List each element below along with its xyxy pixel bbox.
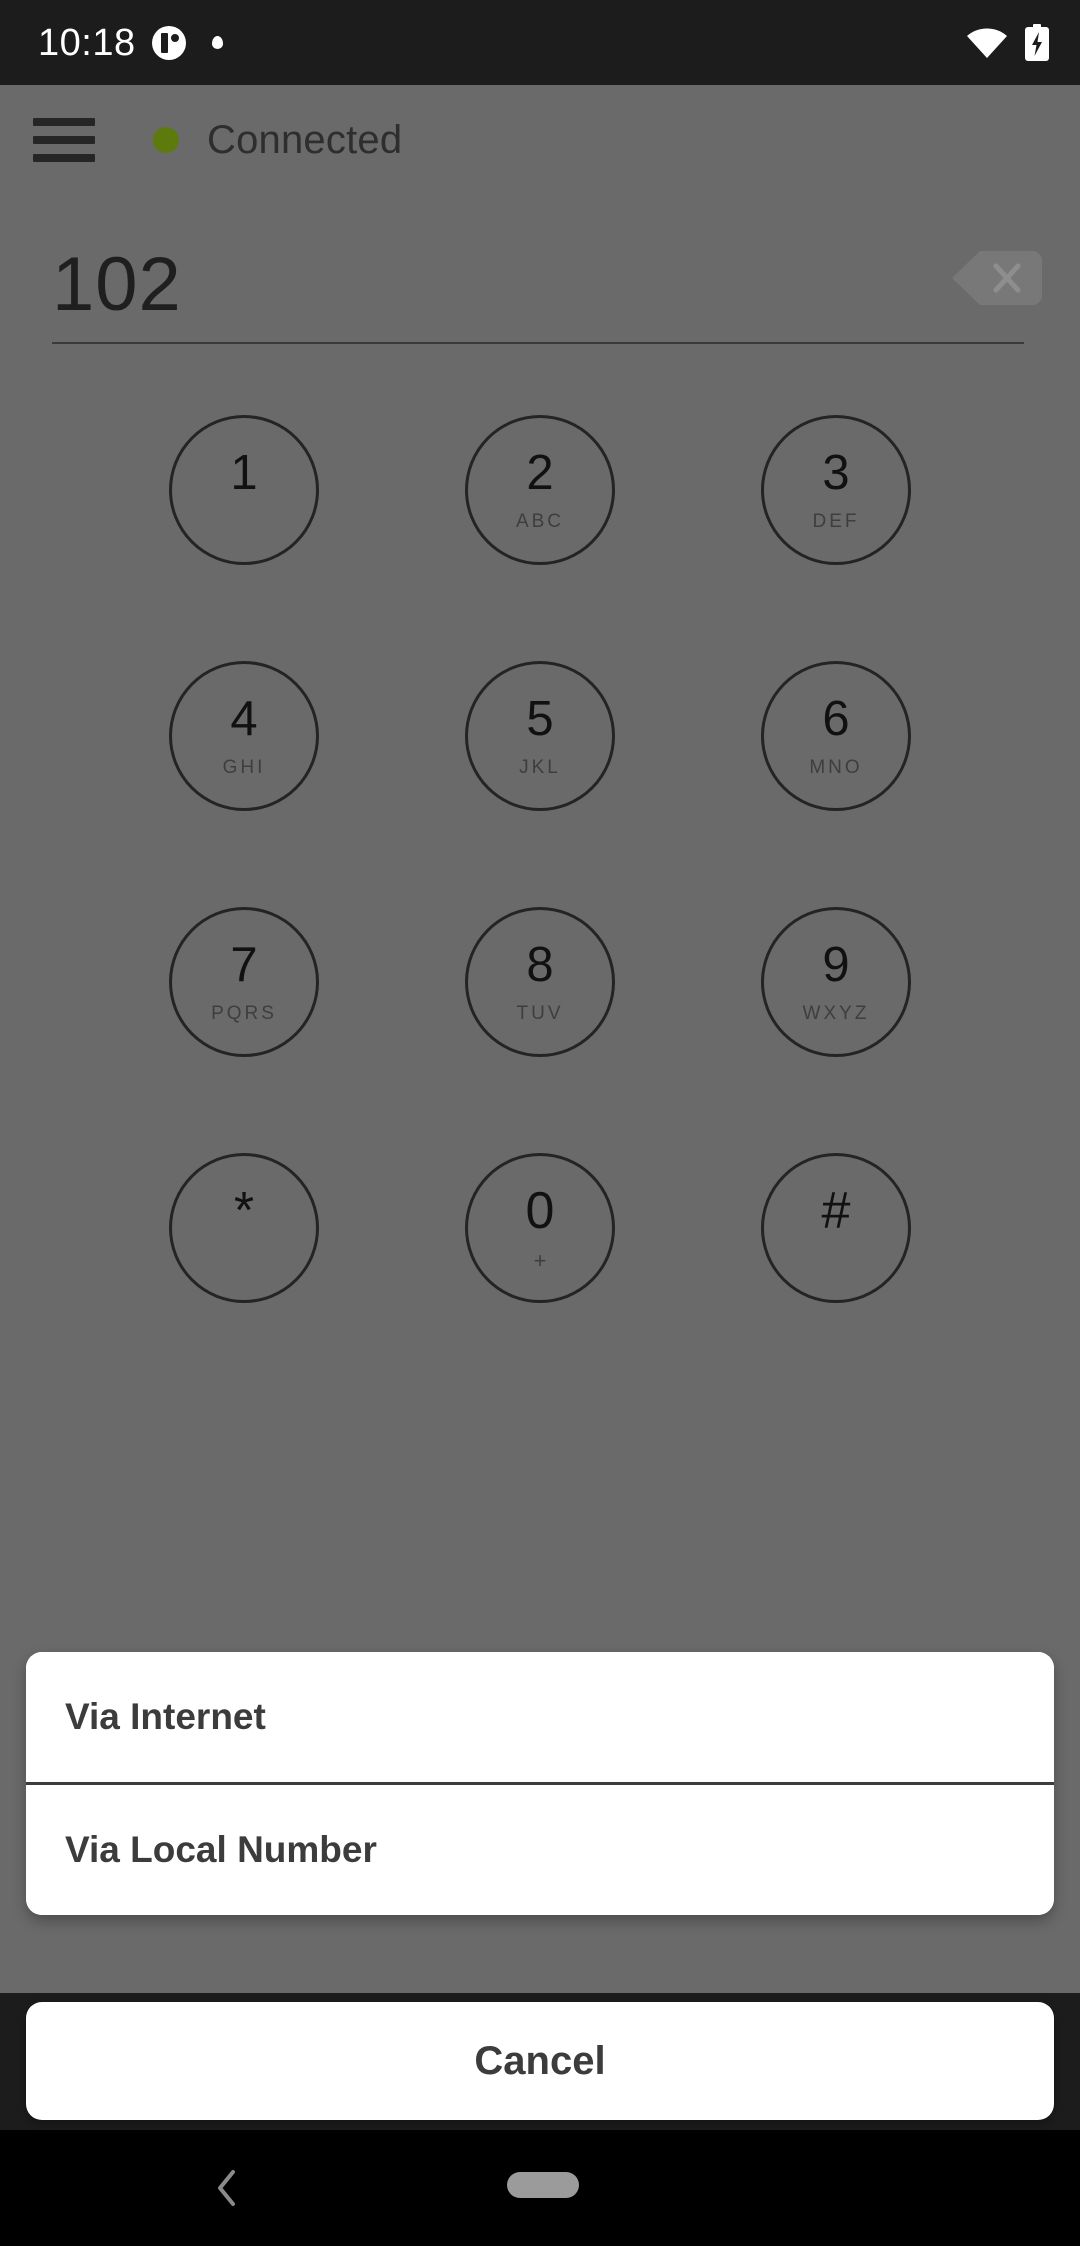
dialpad-key-letters: WXYZ [802, 1002, 870, 1024]
dialpad-key-5[interactable]: 5 JKL [465, 661, 615, 811]
dialpad-key-digit: 2 [526, 445, 554, 500]
action-sheet-option-via-local-number[interactable]: Via Local Number [26, 1785, 1054, 1915]
action-sheet-option-via-internet[interactable]: Via Internet [26, 1652, 1054, 1782]
connection-status: Connected [153, 118, 402, 163]
dialpad-key-letters: DEF [812, 510, 860, 532]
status-bar: 10:18 [0, 0, 1080, 85]
app-notification-icon [151, 25, 186, 60]
dialpad-key-digit: 8 [526, 937, 554, 992]
dialpad-key-1[interactable]: 1 [169, 415, 319, 565]
dialpad-key-letters: JKL [519, 756, 561, 778]
dialpad-key-letters: + [533, 1248, 547, 1273]
dialpad-key-letters: GHI [222, 756, 266, 778]
dialpad-key-hash[interactable]: # [761, 1153, 911, 1303]
dialpad-key-digit: * [233, 1182, 255, 1240]
dialpad-key-letters: TUV [516, 1002, 564, 1024]
dialpad-key-digit: 4 [230, 691, 258, 746]
dialpad-key-digit: 3 [822, 445, 850, 500]
status-bar-left: 10:18 [38, 24, 966, 62]
dialpad-key-digit: 6 [822, 691, 850, 746]
dialpad-key-letters: PQRS [211, 1002, 277, 1024]
dialpad-key-digit: 5 [526, 691, 554, 746]
hamburger-bar-1 [33, 118, 95, 126]
dialpad-row: 4 GHI 5 JKL 6 MNO [0, 661, 1080, 811]
dialpad-row: 1 2 ABC 3 DEF [0, 415, 1080, 565]
call-method-action-sheet: Via Internet Via Local Number [26, 1652, 1054, 1915]
status-bar-right [966, 23, 1050, 62]
dialed-number-input[interactable]: 102 [52, 235, 182, 335]
cancel-button[interactable]: Cancel [26, 2002, 1054, 2120]
dialpad-key-digit: 1 [230, 445, 258, 500]
dialpad-key-9[interactable]: 9 WXYZ [761, 907, 911, 1057]
dialpad-key-letters: MNO [809, 756, 863, 778]
dialpad: 1 2 ABC 3 DEF 4 GHI 5 JKL 6 MNO 7 PQRS 8… [0, 415, 1080, 1399]
hamburger-menu-icon[interactable] [30, 114, 98, 166]
dialpad-key-star[interactable]: * [169, 1153, 319, 1303]
dialpad-key-7[interactable]: 7 PQRS [169, 907, 319, 1057]
dialpad-key-3[interactable]: 3 DEF [761, 415, 911, 565]
dialpad-key-4[interactable]: 4 GHI [169, 661, 319, 811]
hamburger-bar-2 [33, 136, 95, 144]
chevron-left-back-icon[interactable] [205, 2166, 249, 2210]
wifi-icon [966, 27, 1008, 59]
dot-notification-icon [211, 36, 223, 49]
dialpad-key-8[interactable]: 8 TUV [465, 907, 615, 1057]
hamburger-bar-3 [33, 154, 95, 162]
number-entry-row: 102 [0, 235, 1080, 365]
home-pill-indicator[interactable] [507, 2172, 579, 2198]
dialpad-key-6[interactable]: 6 MNO [761, 661, 911, 811]
number-input-underline [52, 342, 1024, 344]
status-bar-clock: 10:18 [38, 21, 136, 64]
phone-screen: 10:18 Connected 102 1 2 ABC 3 DEF 4 GHI … [0, 0, 1080, 2246]
dialpad-row: * 0 + # [0, 1153, 1080, 1303]
dialpad-key-digit: 0 [525, 1182, 555, 1240]
connection-status-label: Connected [207, 117, 403, 162]
status-indicator-dot [153, 127, 179, 153]
dialpad-key-0[interactable]: 0 + [465, 1153, 615, 1303]
battery-charging-icon [1024, 23, 1050, 62]
dialpad-row: 7 PQRS 8 TUV 9 WXYZ [0, 907, 1080, 1057]
app-header: Connected [0, 85, 1080, 195]
dialpad-key-digit: 9 [822, 937, 850, 992]
dialpad-key-letters: ABC [515, 510, 565, 532]
dialpad-key-digit: # [821, 1182, 851, 1240]
dialpad-key-2[interactable]: 2 ABC [465, 415, 615, 565]
backspace-delete-icon[interactable] [950, 247, 1043, 309]
dialpad-key-digit: 7 [230, 937, 258, 992]
